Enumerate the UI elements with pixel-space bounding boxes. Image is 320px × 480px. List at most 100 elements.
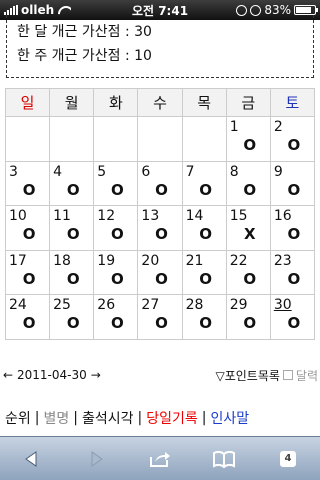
prev-month-arrow[interactable]: ← xyxy=(2,368,14,382)
attendance-mark: O xyxy=(155,314,168,333)
calendar-day-cell[interactable]: 19 O xyxy=(93,249,139,296)
weekday-tue: 화 xyxy=(93,88,139,117)
browser-toolbar: 4 xyxy=(0,436,320,480)
day-number: 9 xyxy=(273,163,283,180)
calendar-day-cell[interactable]: 2O xyxy=(269,116,316,162)
tabs-button[interactable]: 4 xyxy=(268,444,308,474)
share-icon xyxy=(150,451,170,467)
calendar-day-cell[interactable]: 22 O xyxy=(225,249,271,296)
weekday-mon: 월 xyxy=(49,88,95,117)
attendance-mark: O xyxy=(287,269,301,288)
share-button[interactable] xyxy=(140,444,180,474)
bookmarks-button[interactable] xyxy=(204,444,244,474)
day-number: 14 xyxy=(185,208,204,225)
calendar-day-cell[interactable]: 10 O xyxy=(4,205,51,251)
calendar-day-cell[interactable]: 29 O xyxy=(225,294,271,340)
attendance-mark: O xyxy=(199,314,213,333)
day-number: 24 xyxy=(9,297,27,314)
attendance-mark: O xyxy=(66,225,80,244)
calendar-label: 달력 xyxy=(295,368,318,383)
calendar-day-cell[interactable]: 20 O xyxy=(137,249,183,296)
calendar-day-cell[interactable]: 18 O xyxy=(49,249,95,296)
day-number: 1 xyxy=(229,119,239,135)
attendance-mark: O xyxy=(155,225,168,244)
menu-today-record[interactable]: 당일기록 xyxy=(146,408,198,428)
calendar-day-cell[interactable]: 8O xyxy=(225,160,271,207)
calendar-week-row: 17 O 18 O 19 O 20 O 21 O 22 O 23 O xyxy=(4,249,316,296)
attendance-mark: O xyxy=(66,314,80,333)
calendar-day-cell[interactable]: 14 O xyxy=(181,205,227,251)
day-number: 20 xyxy=(141,252,160,269)
forward-button[interactable] xyxy=(76,444,116,474)
calendar-empty-cell xyxy=(93,116,139,162)
attendance-mark: O xyxy=(155,269,168,288)
day-number: 4 xyxy=(53,163,63,180)
calendar-day-cell[interactable]: 24 O xyxy=(4,294,51,340)
calendar-day-cell[interactable]: 23 O xyxy=(269,249,316,296)
calendar-day-cell[interactable]: 4O xyxy=(49,160,95,207)
menu-separator: | xyxy=(137,410,143,426)
day-number: 2 xyxy=(273,119,283,135)
next-month-arrow[interactable]: → xyxy=(90,368,102,382)
attendance-mark: O xyxy=(199,269,213,288)
attendance-mark: O xyxy=(110,180,124,199)
calendar-day-cell[interactable]: 13 O xyxy=(137,205,183,251)
day-number: 13 xyxy=(141,208,160,225)
calendar-day-cell[interactable]: 26 O xyxy=(93,294,139,340)
menu-ranking[interactable]: 순위 xyxy=(5,408,31,428)
current-date: 2011-04-30 xyxy=(17,368,87,382)
tabs-count-icon: 4 xyxy=(280,450,296,467)
calendar-week-row: 10 O 11 O 12 O 13 O 14 O 15 X 16 O xyxy=(4,205,316,251)
attendance-mark: O xyxy=(199,225,213,244)
attendance-mark: O xyxy=(22,314,36,333)
calendar-day-cell[interactable]: 5O xyxy=(93,160,139,207)
calendar-day-cell[interactable]: 25 O xyxy=(49,294,95,340)
calendar-day-cell[interactable]: 11 O xyxy=(49,205,95,251)
calendar-day-cell[interactable]: 28 O xyxy=(181,294,227,340)
calendar-day-cell[interactable]: 16 O xyxy=(269,205,316,251)
calendar-day-cell[interactable]: 12 O xyxy=(93,205,139,251)
attendance-mark: O xyxy=(243,136,257,154)
attendance-mark: O xyxy=(22,180,36,199)
calendar-checkbox[interactable] xyxy=(282,370,293,380)
day-number: 29 xyxy=(229,297,248,314)
attendance-mark: O xyxy=(110,225,124,244)
bonus-info-box: 한 달 개근 가산점 : 30 한 주 개근 가산점 : 10 xyxy=(6,10,314,78)
day-number: 22 xyxy=(229,252,248,269)
attendance-mark: O xyxy=(243,269,257,288)
weekly-bonus-text: 한 주 개근 가산점 : 10 xyxy=(17,48,152,64)
attendance-mark: O xyxy=(22,269,36,288)
day-number: 26 xyxy=(97,297,116,314)
calendar-day-cell[interactable]: 3O xyxy=(4,160,51,207)
back-button[interactable] xyxy=(12,444,52,474)
calendar-day-cell[interactable]: 27 O xyxy=(137,294,183,340)
day-number: 8 xyxy=(229,163,239,180)
day-number: 15 xyxy=(229,208,248,225)
day-number: 10 xyxy=(9,208,27,225)
day-number: 19 xyxy=(97,252,116,269)
date-navigation: ← 2011-04-30 → ▽포인트목록 달력 xyxy=(0,366,320,384)
calendar-day-cell[interactable]: 15 X xyxy=(225,205,271,251)
points-list-link[interactable]: ▽포인트목록 xyxy=(215,367,279,384)
calendar-day-cell[interactable]: 6O xyxy=(137,160,183,207)
attendance-mark: O xyxy=(66,269,80,288)
menu-greeting[interactable]: 인사말 xyxy=(210,408,249,428)
calendar-day-cell[interactable]: 7O xyxy=(181,160,227,207)
menu-attendance-time[interactable]: 출석시각 xyxy=(82,408,134,428)
attendance-mark: O xyxy=(287,136,301,154)
menu-alias[interactable]: 별명 xyxy=(43,408,69,428)
calendar-week-row: 3O4O5O6O7O8O9O xyxy=(4,160,316,207)
attendance-mark: O xyxy=(243,180,257,199)
weekday-fri: 금 xyxy=(225,88,271,117)
calendar-day-cell[interactable]: 17 O xyxy=(4,249,51,296)
day-number: 3 xyxy=(9,163,18,180)
calendar-week-row: 24 O 25 O 26 O 27 O 28 O 29 O 30 O xyxy=(4,294,316,340)
menu-separator: | xyxy=(34,410,40,426)
monthly-bonus-text: 한 달 개근 가산점 : 30 xyxy=(17,24,152,40)
bookmarks-book-icon xyxy=(213,450,235,468)
calendar-day-cell[interactable]: 30 O xyxy=(269,294,316,340)
calendar-day-cell[interactable]: 1O xyxy=(225,116,271,162)
calendar-day-cell[interactable]: 9O xyxy=(269,160,316,207)
attendance-mark: O xyxy=(110,269,124,288)
calendar-day-cell[interactable]: 21 O xyxy=(181,249,227,296)
